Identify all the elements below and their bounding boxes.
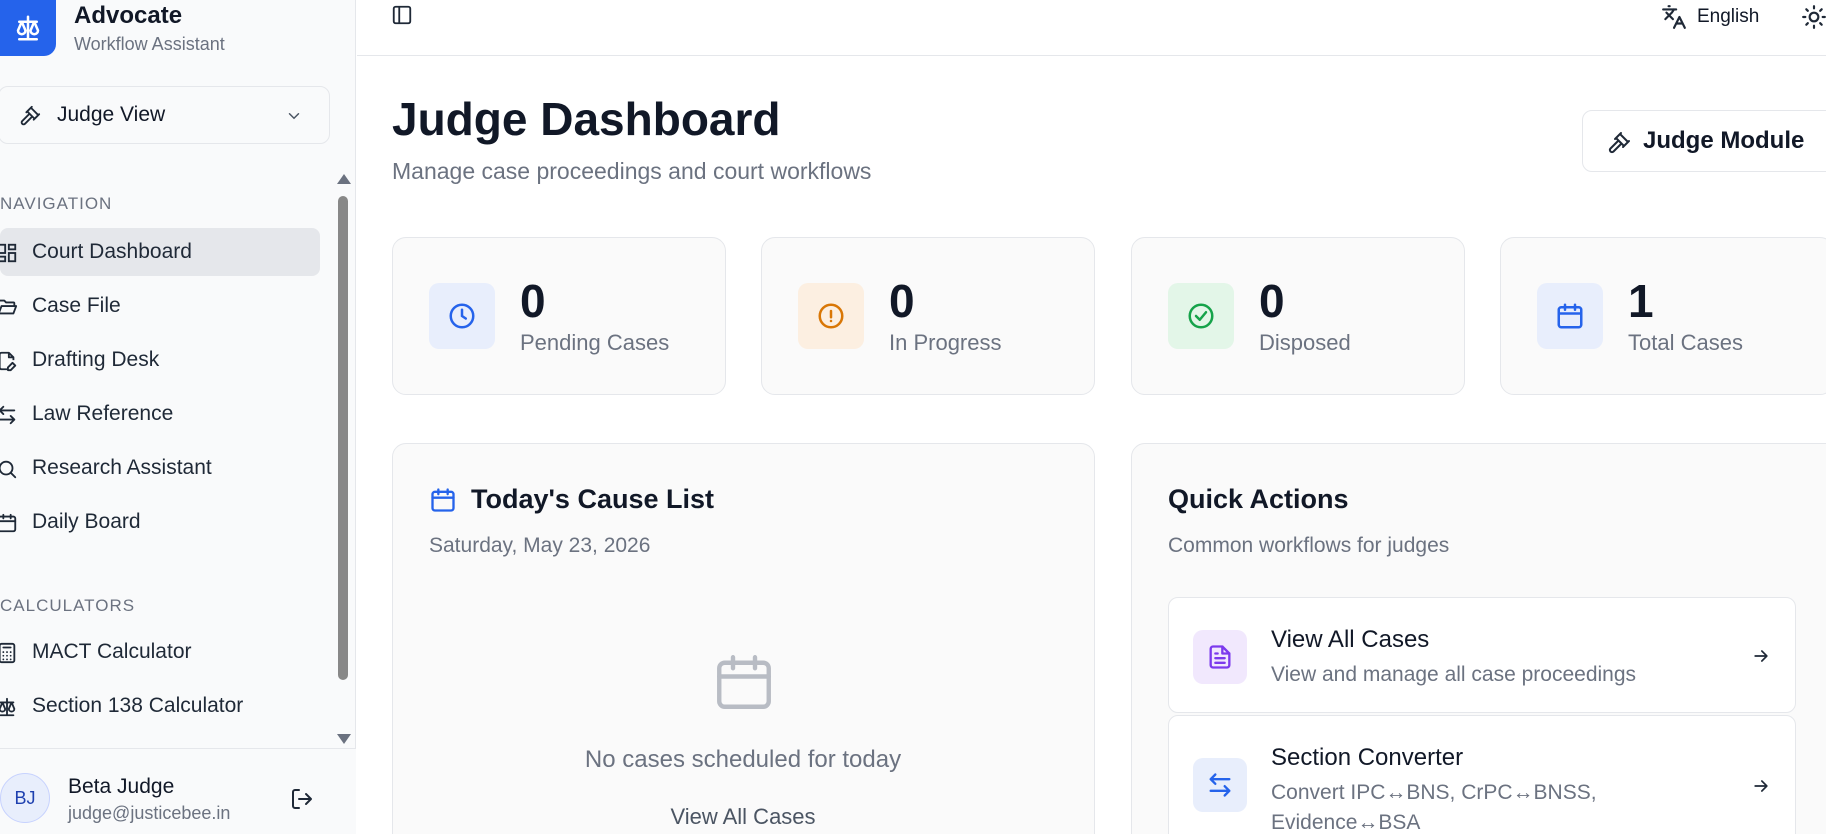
sidebar-item-label: MACT Calculator xyxy=(32,640,192,663)
sun-icon[interactable] xyxy=(1801,4,1826,30)
calculator-icon xyxy=(0,642,18,664)
stat-value: 1 xyxy=(1628,275,1654,327)
stat-label: Total Cases xyxy=(1628,330,1743,355)
sidebar-item-label: Research Assistant xyxy=(32,456,212,479)
sidebar-item-case-file[interactable]: Case File xyxy=(0,282,320,330)
sidebar-item-section-138-calculator[interactable]: Section 138 Calculator xyxy=(0,682,320,730)
stat-label: In Progress xyxy=(889,330,1002,355)
sidebar-item-label: Daily Board xyxy=(32,510,141,533)
action-title: View All Cases xyxy=(1271,626,1430,653)
arrows-exchange-icon xyxy=(0,404,18,426)
quick-actions-subtitle: Common workflows for judges xyxy=(1168,534,1450,557)
sidebar-item-law-reference[interactable]: Law Reference xyxy=(0,390,320,438)
page-title: Judge Dashboard xyxy=(392,93,781,145)
cause-list-date: Saturday, May 23, 2026 xyxy=(429,534,651,557)
action-section-converter[interactable]: Section Converter Convert IPC↔BNS, CrPC↔… xyxy=(1168,715,1796,834)
sidebar-item-label: Section 138 Calculator xyxy=(32,694,244,717)
file-pen-icon xyxy=(0,350,18,372)
nav-section-title: NAVIGATION xyxy=(0,194,113,213)
alert-circle-icon xyxy=(798,283,864,349)
brand-title: Advocate xyxy=(74,2,183,29)
user-bar: BJ Beta Judge judge@justicebee.in xyxy=(0,748,356,834)
nav-area: NAVIGATION Court Dashboard Case File Dra… xyxy=(0,168,332,746)
judge-module-label: Judge Module xyxy=(1643,127,1805,154)
action-description: View and manage all case proceedings xyxy=(1271,663,1637,686)
dashboard-grid-icon xyxy=(0,242,18,264)
gavel-icon xyxy=(1607,131,1631,155)
quick-actions-card: Quick Actions Common workflows for judge… xyxy=(1131,443,1826,834)
nav-section-title: CALCULATORS xyxy=(0,596,136,615)
calendar-icon xyxy=(1537,283,1603,349)
action-title: Section Converter xyxy=(1271,744,1464,771)
file-text-icon xyxy=(1193,630,1247,684)
sidebar-item-label: Drafting Desk xyxy=(32,348,160,371)
scroll-down-arrow-icon[interactable] xyxy=(337,734,351,744)
cause-list-title: Today's Cause List xyxy=(471,484,714,514)
sidebar-toggle-icon[interactable] xyxy=(391,4,413,26)
empty-state-text: No cases scheduled for today xyxy=(584,746,902,773)
sidebar-item-court-dashboard[interactable]: Court Dashboard xyxy=(0,228,320,276)
brand-subtitle: Workflow Assistant xyxy=(74,34,225,54)
scroll-thumb[interactable] xyxy=(338,196,348,680)
view-selector[interactable]: Judge View xyxy=(0,86,330,144)
action-description: Convert IPC↔BNS, CrPC↔BNSS, Evidence↔BSA xyxy=(1271,781,1597,834)
sidebar-item-label: Case File xyxy=(32,294,121,317)
translate-icon xyxy=(1661,4,1687,30)
view-selector-label: Judge View xyxy=(57,103,166,126)
logout-icon[interactable] xyxy=(290,787,314,811)
sidebar-scrollbar[interactable] xyxy=(336,172,351,746)
scroll-up-arrow-icon[interactable] xyxy=(337,174,351,184)
page-subtitle: Manage case proceedings and court workfl… xyxy=(392,158,872,184)
folder-open-icon xyxy=(0,296,18,318)
stat-value: 0 xyxy=(1259,275,1285,327)
sidebar-item-mact-calculator[interactable]: MACT Calculator xyxy=(0,628,320,676)
stat-value: 0 xyxy=(520,275,546,327)
stat-card-disposed: 0 Disposed xyxy=(1131,237,1465,395)
stat-label: Pending Cases xyxy=(520,330,670,355)
action-view-all-cases[interactable]: View All Cases View and manage all case … xyxy=(1168,597,1796,713)
calendar-empty-icon xyxy=(711,647,777,717)
user-name: Beta Judge xyxy=(68,775,175,798)
stat-value: 0 xyxy=(889,275,915,327)
stat-label: Disposed xyxy=(1259,330,1351,355)
sidebar-item-research-assistant[interactable]: Research Assistant xyxy=(0,444,320,492)
stat-card-in-progress: 0 In Progress xyxy=(761,237,1095,395)
language-label: English xyxy=(1697,6,1760,27)
arrows-exchange-icon xyxy=(1193,758,1247,812)
topbar: English xyxy=(357,0,1826,56)
stat-card-total: 1 Total Cases xyxy=(1500,237,1826,395)
brand: Advocate Workflow Assistant xyxy=(0,0,356,64)
arrow-right-icon xyxy=(1751,646,1771,666)
view-all-cases-link[interactable]: View All Cases xyxy=(393,804,1093,830)
check-circle-icon xyxy=(1168,283,1234,349)
judge-module-button[interactable]: Judge Module xyxy=(1582,110,1826,172)
scale-icon xyxy=(0,696,18,718)
stat-card-pending: 0 Pending Cases xyxy=(392,237,726,395)
sidebar-item-label: Court Dashboard xyxy=(32,240,192,263)
sidebar-item-daily-board[interactable]: Daily Board xyxy=(0,498,320,546)
gavel-icon xyxy=(19,105,41,127)
sidebar-item-drafting-desk[interactable]: Drafting Desk xyxy=(0,336,320,384)
cause-list-card: Today's Cause List Saturday, May 23, 202… xyxy=(392,443,1095,834)
sidebar-item-label: Law Reference xyxy=(32,402,174,425)
calendar-icon xyxy=(0,512,18,534)
quick-actions-title: Quick Actions xyxy=(1168,484,1349,514)
calendar-icon xyxy=(429,486,457,514)
search-icon xyxy=(0,458,18,480)
scale-logo-icon xyxy=(0,0,56,56)
clock-icon xyxy=(429,283,495,349)
user-email: judge@justicebee.in xyxy=(68,803,231,823)
avatar[interactable]: BJ xyxy=(0,773,50,823)
chevron-down-icon xyxy=(285,107,303,125)
arrow-right-icon xyxy=(1751,776,1771,796)
sidebar: Advocate Workflow Assistant Judge View N… xyxy=(0,0,356,834)
